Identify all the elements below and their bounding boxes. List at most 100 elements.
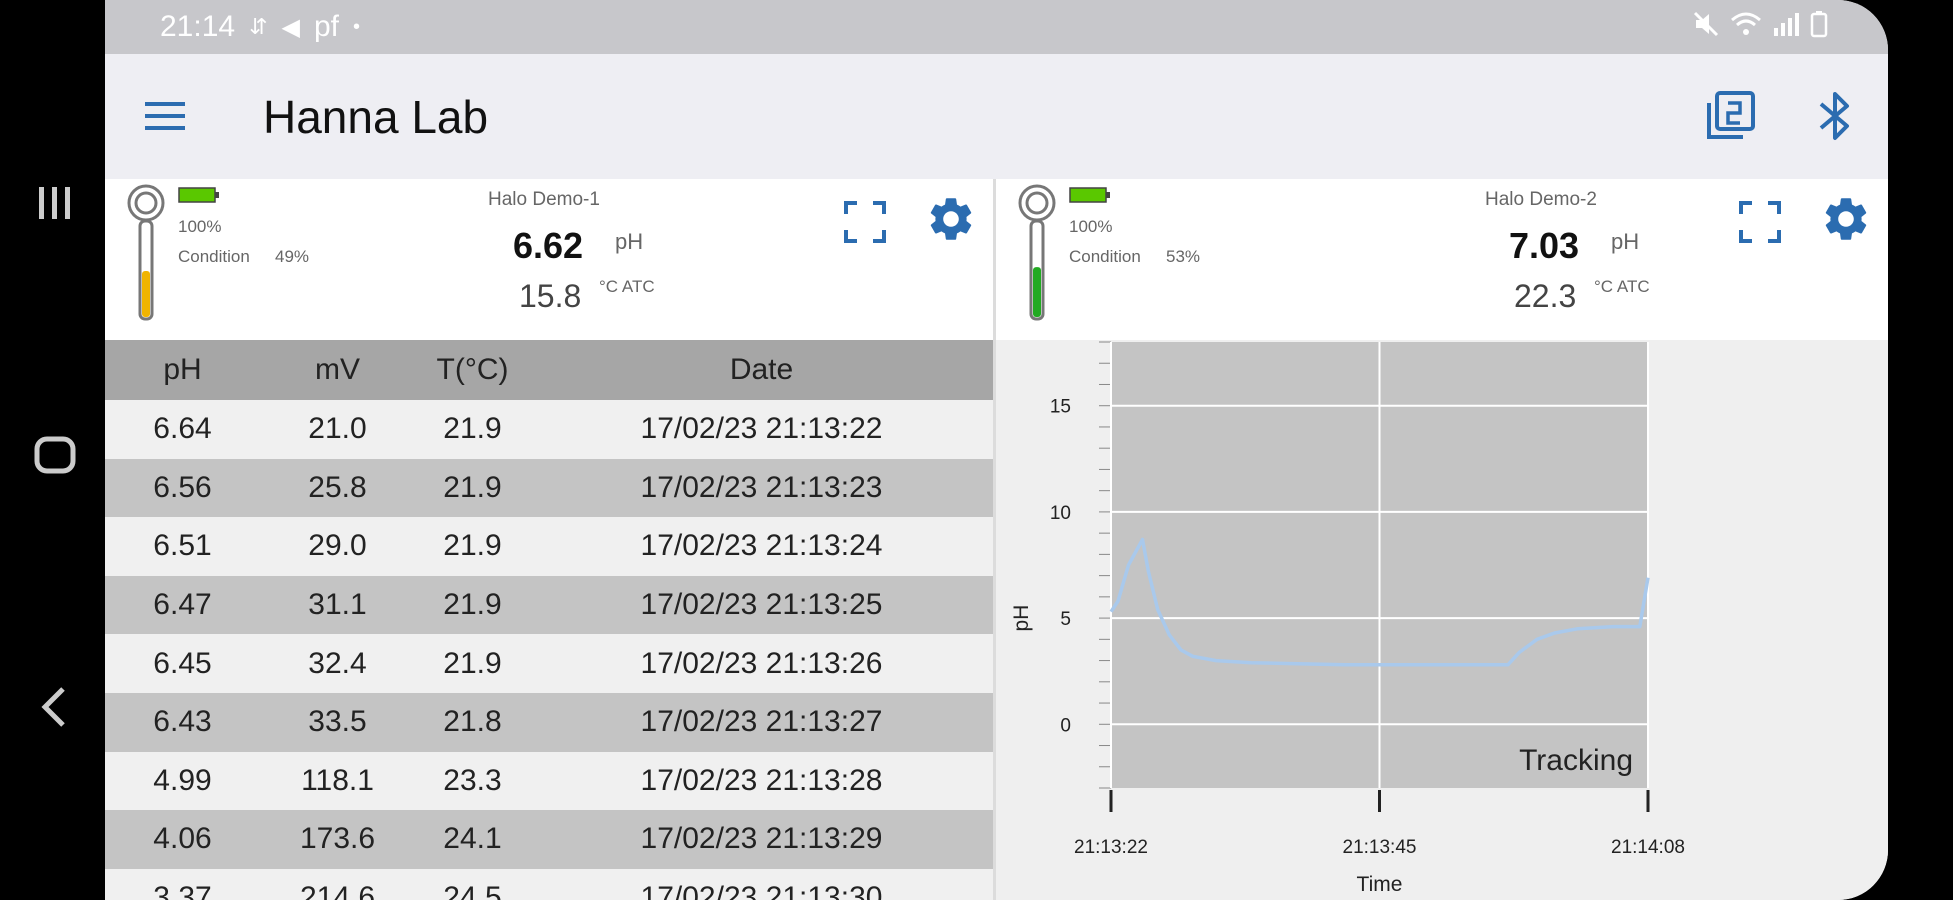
settings-button[interactable]	[1818, 191, 1874, 247]
cell-mv: 29.0	[308, 529, 367, 563]
cell-date: 17/02/23 21:13:23	[640, 470, 883, 504]
table-row[interactable]: 6.56 25.8 21.9 17/02/23 21:13:23	[105, 458, 993, 518]
cell-mv: 118.1	[301, 763, 374, 797]
cell-ph: 4.99	[153, 763, 212, 797]
header-temp: T(°C)	[436, 353, 509, 386]
cell-ph: 6.64	[153, 412, 212, 446]
temperature-unit: °C ATC	[599, 277, 655, 296]
cell-mv: 33.5	[308, 705, 367, 739]
probe-name: Halo Demo-2	[1485, 189, 1597, 210]
usb-icon: ⇵	[249, 14, 268, 39]
table-row[interactable]: 6.45 32.4 21.9 17/02/23 21:13:26	[105, 634, 993, 693]
temperature-reading: 22.3	[1514, 278, 1577, 314]
cell-temp: 23.3	[443, 763, 502, 797]
cell-temp: 24.1	[443, 822, 502, 856]
dual-channel-icon	[1707, 91, 1755, 139]
probe-icon	[1018, 184, 1056, 321]
home-button[interactable]	[20, 420, 90, 490]
cell-temp: 21.9	[443, 529, 502, 563]
probe-panel-1: 100% Condition 49% Halo Demo-1 6.62 pH 1…	[105, 179, 993, 340]
fullscreen-button[interactable]	[837, 194, 893, 250]
condition-label: Condition	[1069, 247, 1141, 266]
table-row[interactable]: 6.64 21.0 21.9 17/02/23 21:13:22	[105, 400, 993, 459]
data-log-table[interactable]: pH mV T(°C) Date 6.64 21.0 21.9 17/02/23…	[105, 340, 993, 900]
header-ph: pH	[163, 353, 202, 386]
status-time: 21:14	[160, 10, 236, 43]
mute-icon	[1693, 11, 1719, 37]
cell-date: 17/02/23 21:13:30	[640, 881, 883, 900]
table-row[interactable]: 3.37 214.6 24.5 17/02/23 21:13:30	[105, 868, 993, 900]
cell-temp: 21.9	[443, 588, 502, 622]
table-row[interactable]: 4.06 173.6 24.1 17/02/23 21:13:29	[105, 810, 993, 869]
settings-button[interactable]	[923, 191, 979, 247]
back-button[interactable]	[20, 672, 90, 742]
cell-mv: 214.6	[299, 881, 376, 900]
cell-date: 17/02/23 21:13:25	[640, 588, 883, 622]
battery-status-icon	[1810, 11, 1828, 38]
ph-reading: 6.62	[513, 225, 584, 266]
app-bar: Hanna Lab	[105, 54, 1888, 179]
menu-icon[interactable]	[143, 96, 187, 136]
page-title: Hanna Lab	[263, 91, 489, 143]
cell-ph: 6.43	[153, 705, 212, 739]
cell-temp: 21.8	[443, 705, 502, 739]
header-date: Date	[729, 353, 794, 386]
ph-unit: pH	[1611, 229, 1640, 254]
cell-mv: 173.6	[299, 822, 376, 856]
cell-temp: 21.9	[443, 412, 502, 446]
cell-ph: 3.37	[153, 881, 212, 900]
send-icon: ◀	[281, 13, 300, 41]
dot-icon: •	[353, 15, 361, 38]
cell-mv: 31.1	[308, 588, 367, 622]
battery-percent: 100%	[178, 217, 222, 236]
bluetooth-button[interactable]	[1805, 86, 1865, 146]
status-bar: 21:14 ⇵ ◀ pf •	[105, 0, 1888, 54]
cell-date: 17/02/23 21:13:28	[640, 763, 883, 797]
table-row[interactable]: 6.51 29.0 21.9 17/02/23 21:13:24	[105, 517, 993, 576]
gear-icon	[930, 198, 972, 240]
y-tick-label: 5	[1060, 609, 1071, 630]
fullscreen-button[interactable]	[1732, 194, 1788, 250]
home-icon	[34, 436, 76, 474]
cell-mv: 32.4	[308, 646, 367, 680]
x-tick-label: 21:13:22	[1074, 837, 1148, 858]
y-tick-label: 10	[1050, 503, 1071, 524]
cell-date: 17/02/23 21:13:26	[640, 646, 883, 680]
cell-ph: 6.51	[153, 529, 212, 563]
table-row[interactable]: 6.43 33.5 21.8 17/02/23 21:13:27	[105, 692, 993, 752]
cell-temp: 24.5	[443, 881, 502, 900]
ph-chart[interactable]: 0 5 10 15 21:13:22 21:13:45 21:14:08 Time pH Trac…	[996, 340, 1888, 900]
probe-icon	[127, 184, 165, 321]
gear-icon	[1825, 198, 1867, 240]
ph-reading: 7.03	[1509, 225, 1580, 266]
status-extra: pf	[313, 10, 340, 43]
condition-value: 53%	[1166, 247, 1201, 266]
temperature-unit: °C ATC	[1594, 277, 1650, 296]
cell-date: 17/02/23 21:13:22	[640, 412, 883, 446]
x-tick-label: 21:14:08	[1611, 837, 1685, 858]
table-row[interactable]: 4.99 118.1 23.3 17/02/23 21:13:28	[105, 751, 993, 811]
cell-temp: 21.9	[443, 470, 502, 504]
cell-date: 17/02/23 21:13:29	[640, 822, 883, 856]
x-tick-label: 21:13:45	[1343, 837, 1417, 858]
system-nav-bar	[0, 0, 105, 900]
table-row[interactable]: 6.47 31.1 21.9 17/02/23 21:13:25	[105, 575, 993, 635]
dual-view-button[interactable]	[1700, 86, 1760, 146]
recent-apps-button[interactable]	[20, 168, 90, 238]
tracking-label: Tracking	[1519, 744, 1633, 777]
battery-icon	[178, 187, 219, 203]
cell-ph: 4.06	[153, 822, 212, 856]
battery-icon	[1069, 187, 1110, 203]
app-screen: 21:14 ⇵ ◀ pf • Hanna Lab 100% Condition …	[105, 0, 1888, 900]
signal-icon	[1774, 13, 1799, 36]
y-tick-label: 0	[1060, 715, 1071, 736]
x-axis-label: Time	[1357, 873, 1403, 896]
probe-name: Halo Demo-1	[488, 189, 600, 210]
cell-date: 17/02/23 21:13:24	[640, 529, 883, 563]
cell-ph: 6.45	[153, 646, 212, 680]
probe-panel-2: 100% Condition 53% Halo Demo-2 7.03 pH 2…	[996, 179, 1888, 340]
cell-mv: 21.0	[308, 412, 367, 446]
back-icon	[41, 687, 65, 727]
recent-apps-icon	[39, 187, 70, 219]
bluetooth-icon	[1819, 92, 1849, 140]
